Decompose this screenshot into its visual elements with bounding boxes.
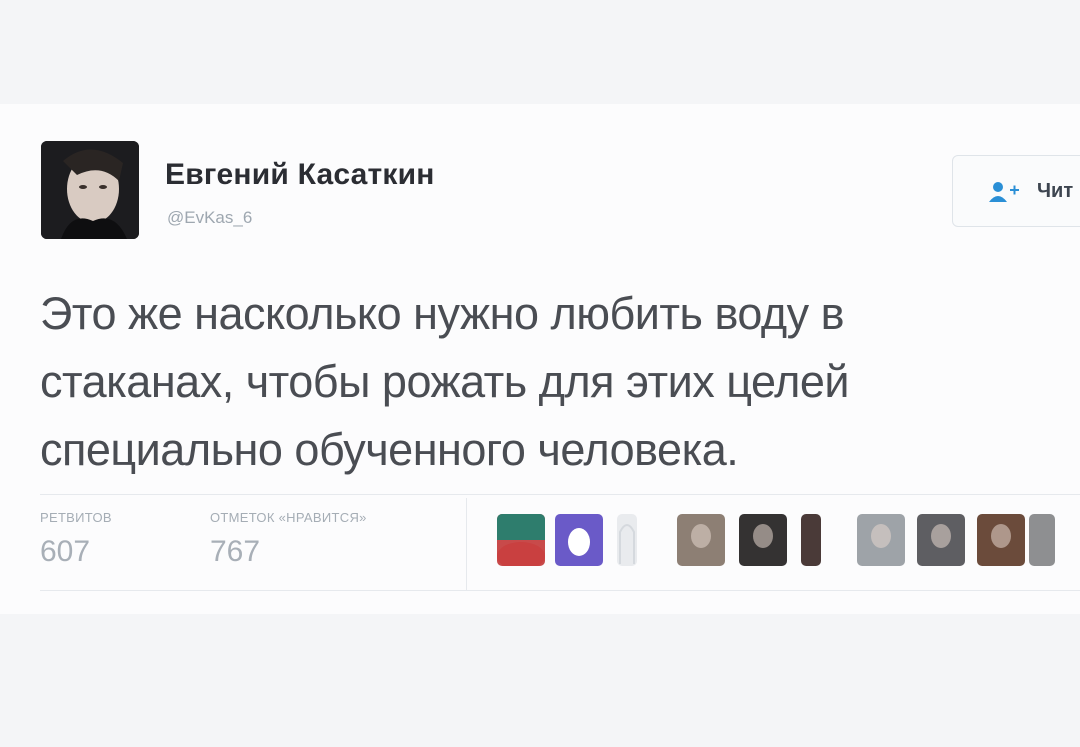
avatar-photo-icon — [41, 141, 139, 239]
retweets-count: 607 — [40, 535, 91, 568]
liker-avatar-photo-icon[interactable] — [739, 514, 787, 566]
user-display-name[interactable]: Евгений Касаткин — [165, 158, 435, 192]
follow-button[interactable]: Чит — [952, 155, 1080, 227]
tweet-text-line: Это же насколько нужно любить воду в — [40, 288, 845, 339]
likes-label: ОТМЕТОК «НРАВИТСЯ» — [210, 510, 367, 525]
liker-avatar-photo-icon[interactable] — [917, 514, 965, 566]
retweets-stat[interactable]: РЕТВИТОВ 607 — [40, 510, 112, 569]
liker-avatar-photo-icon[interactable] — [857, 514, 905, 566]
likes-count: 767 — [210, 535, 261, 568]
follow-user-icon — [989, 182, 1019, 202]
liker-avatar-photo-icon[interactable] — [677, 514, 725, 566]
liker-avatar-ghost-icon[interactable] — [617, 514, 637, 566]
stats-separator — [466, 498, 467, 590]
tweet-text-line: специально обученного человека. — [40, 424, 739, 475]
liker-avatar-red-icon[interactable] — [497, 514, 545, 566]
follow-button-label: Чит — [1037, 180, 1074, 202]
retweets-label: РЕТВИТОВ — [40, 510, 112, 525]
liker-avatar-photo-icon[interactable] — [1029, 514, 1055, 566]
stats-bottom-divider — [40, 590, 1080, 591]
user-handle[interactable]: @EvKas_6 — [167, 208, 252, 228]
user-avatar[interactable] — [41, 141, 139, 239]
tweet-text: Это же насколько нужно любить воду в ста… — [40, 280, 1040, 484]
liker-avatar-photo-icon[interactable] — [977, 514, 1025, 566]
stats-top-divider — [40, 494, 1080, 495]
tweet-text-line: стаканах, чтобы рожать для этих целей — [40, 356, 850, 407]
likes-stat[interactable]: ОТМЕТОК «НРАВИТСЯ» 767 — [210, 510, 367, 569]
liker-avatar-photo-icon[interactable] — [801, 514, 821, 566]
liker-avatar-egg-icon[interactable] — [555, 514, 603, 566]
